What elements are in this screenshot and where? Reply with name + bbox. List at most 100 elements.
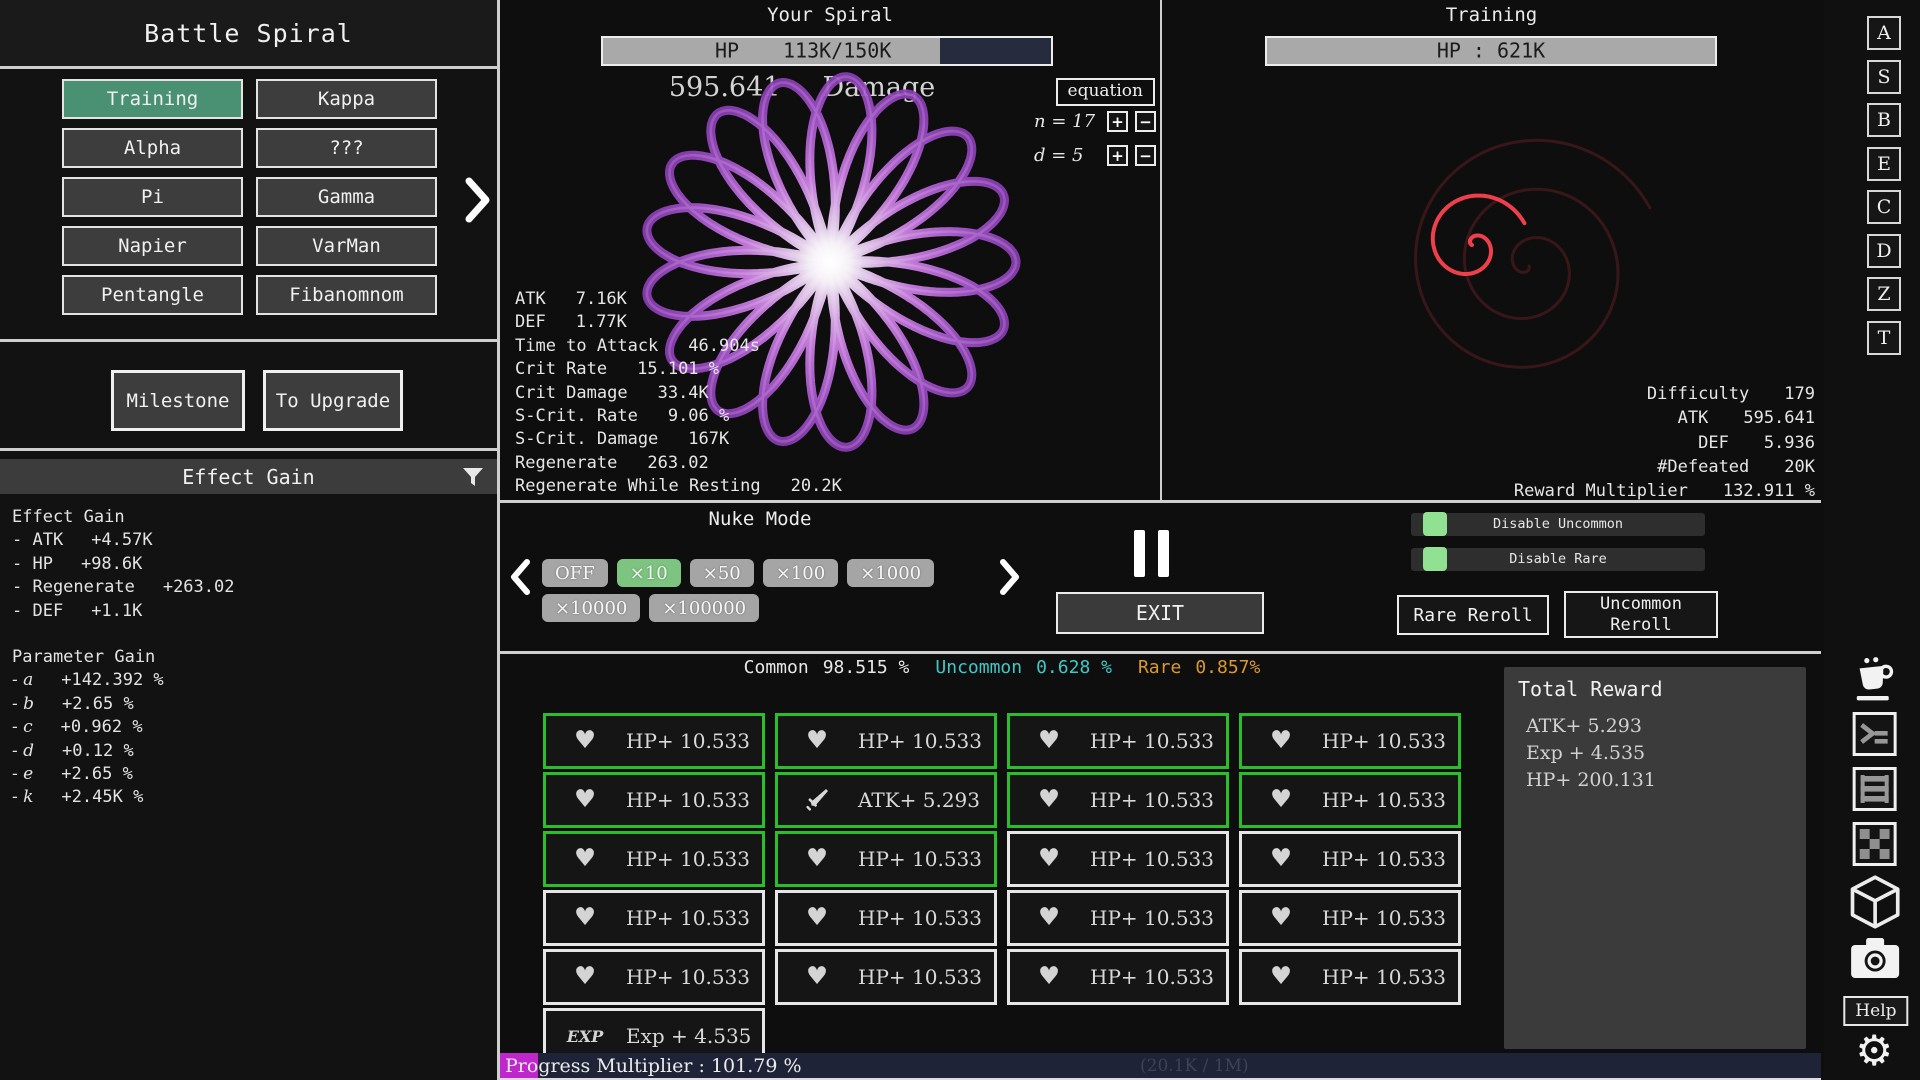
heart-icon: ♥: [800, 844, 834, 874]
nuke-mode-label: Nuke Mode: [500, 508, 1020, 530]
milestone-button[interactable]: Milestone: [111, 370, 245, 431]
rarity-chances: Common98.515 %Uncommon0.628 %Rare0.857%: [543, 657, 1461, 678]
settings-gear-icon[interactable]: ⚙: [1855, 1030, 1893, 1072]
hotkey-button-a[interactable]: A: [1867, 16, 1901, 50]
player-stat-value: 263.02: [647, 453, 708, 473]
reward-card[interactable]: ♥HP+ 10.533: [1007, 772, 1229, 828]
equation-button[interactable]: equation: [1056, 78, 1155, 106]
total-reward-lines: ATK+ 5.293Exp + 4.535HP+ 200.131: [1518, 713, 1806, 794]
toggle-disable-rare[interactable]: Disable Rare: [1411, 548, 1705, 571]
hotkey-button-b[interactable]: B: [1867, 103, 1901, 137]
hotkey-button-c[interactable]: C: [1867, 190, 1901, 224]
cube-icon[interactable]: [1849, 874, 1901, 934]
reward-card-label: HP+ 10.533: [1322, 965, 1446, 989]
layers-rows-icon[interactable]: [1853, 767, 1897, 811]
d-decrease-button[interactable]: −: [1135, 145, 1156, 166]
hotkey-button-s[interactable]: S: [1867, 60, 1901, 94]
sidebar-actions: Milestone To Upgrade: [0, 342, 497, 451]
speed-button-100[interactable]: ×100: [763, 559, 838, 587]
parameter-gain-row-label: - d: [12, 741, 34, 761]
reward-card-label: HP+ 10.533: [858, 729, 982, 753]
d-increase-button[interactable]: +: [1107, 145, 1128, 166]
uncommon-reroll-button[interactable]: Uncommon Reroll: [1564, 591, 1718, 638]
reward-card-label: ATK+ 5.293: [858, 788, 980, 812]
exit-button[interactable]: EXIT: [1056, 592, 1264, 634]
sidebar-item-pi[interactable]: Pi: [62, 177, 243, 217]
effect-gain-row-value: +98.6K: [81, 554, 142, 574]
player-stats: ATK7.16KDEF1.77KTime to Attack46.904sCri…: [515, 288, 842, 499]
reward-card[interactable]: ♥HP+ 10.533: [775, 713, 997, 769]
rarity-value: 98.515 %: [823, 657, 910, 678]
rarity-toggles: Disable Uncommon Disable Rare: [1411, 513, 1705, 583]
player-stat-label: DEF: [515, 312, 546, 332]
player-stat-value: 9.06 %: [668, 406, 729, 426]
hotkey-button-z[interactable]: Z: [1867, 277, 1901, 311]
to-upgrade-button[interactable]: To Upgrade: [263, 370, 403, 431]
sidebar-item-pentangle[interactable]: Pentangle: [62, 275, 243, 315]
reward-card[interactable]: ♥HP+ 10.533: [543, 713, 765, 769]
speed-button-10[interactable]: ×10: [617, 559, 681, 587]
sidebar-item-varman[interactable]: VarMan: [256, 226, 437, 266]
nav-expand-chevron-icon[interactable]: [465, 177, 491, 227]
sidebar-item-kappa[interactable]: Kappa: [256, 79, 437, 119]
reward-card[interactable]: ♥HP+ 10.533: [1239, 772, 1461, 828]
training-panel: Training HP : 621K Difficulty179ATK595.6…: [1162, 0, 1821, 500]
toggle-disable-uncommon[interactable]: Disable Uncommon: [1411, 513, 1705, 536]
hotkey-button-d[interactable]: D: [1867, 234, 1901, 268]
reward-card[interactable]: ♥HP+ 10.533: [1239, 713, 1461, 769]
heart-icon: ♥: [1264, 726, 1298, 756]
speed-button-50[interactable]: ×50: [690, 559, 754, 587]
reward-card[interactable]: ♥HP+ 10.533: [1239, 949, 1461, 1005]
enemy-stat-label: ATK: [1678, 406, 1709, 430]
enemy-stats: Difficulty179ATK595.641DEF5.936#Defeated…: [1514, 382, 1815, 503]
reward-card[interactable]: ♥HP+ 10.533: [1239, 831, 1461, 887]
reward-card[interactable]: ♥HP+ 10.533: [1007, 713, 1229, 769]
speed-prev-chevron-icon[interactable]: [510, 559, 530, 599]
speed-button-off[interactable]: OFF: [542, 559, 608, 587]
parameter-gain-row-value: +0.12 %: [62, 741, 134, 761]
reward-card[interactable]: ♥HP+ 10.533: [543, 949, 765, 1005]
reward-card[interactable]: ♥HP+ 10.533: [543, 831, 765, 887]
hotkey-button-e[interactable]: E: [1867, 147, 1901, 181]
filter-icon[interactable]: [462, 467, 484, 492]
sidebar-item-fibanomnom[interactable]: Fibanomnom: [256, 275, 437, 315]
speed-button-1000[interactable]: ×1000: [847, 559, 934, 587]
reward-card[interactable]: ♥HP+ 10.533: [775, 831, 997, 887]
hotkey-button-t[interactable]: T: [1867, 321, 1901, 355]
effect-gain-row: - HP+98.6K: [12, 553, 497, 576]
enemy-stat-value: 5.936: [1764, 431, 1815, 455]
camera-icon[interactable]: [1849, 936, 1901, 984]
reward-card[interactable]: ♥HP+ 10.533: [543, 772, 765, 828]
speed-next-chevron-icon[interactable]: [1000, 559, 1020, 599]
rarity-label: Uncommon: [935, 657, 1022, 678]
sidebar-item-napier[interactable]: Napier: [62, 226, 243, 266]
coffee-icon[interactable]: [1852, 655, 1898, 707]
reward-card[interactable]: ♥HP+ 10.533: [1007, 949, 1229, 1005]
sidebar-item-alpha[interactable]: Alpha: [62, 128, 243, 168]
enemy-stat-row: Reward Multiplier132.911 %: [1514, 479, 1815, 503]
reward-card[interactable]: ♥HP+ 10.533: [1007, 831, 1229, 887]
reward-card[interactable]: ♥HP+ 10.533: [775, 949, 997, 1005]
pause-button[interactable]: [1134, 530, 1170, 577]
reward-card[interactable]: ♥HP+ 10.533: [1007, 890, 1229, 946]
rare-reroll-button[interactable]: Rare Reroll: [1397, 595, 1549, 635]
sidebar-item-gamma[interactable]: Gamma: [256, 177, 437, 217]
effect-gain-row-value: +4.57K: [91, 530, 152, 550]
checkerboard-icon[interactable]: [1853, 822, 1897, 866]
reward-card[interactable]: ♥HP+ 10.533: [775, 890, 997, 946]
reward-card[interactable]: ATK+ 5.293: [775, 772, 997, 828]
speed-button-100000[interactable]: ×100000: [649, 594, 759, 622]
sidebar-item-item[interactable]: ???: [256, 128, 437, 168]
sidebar-item-training[interactable]: Training: [62, 79, 243, 119]
reward-card[interactable]: ♥HP+ 10.533: [543, 890, 765, 946]
player-stat-row: DEF1.77K: [515, 311, 842, 334]
terminal-icon[interactable]: [1853, 712, 1897, 756]
n-increase-button[interactable]: +: [1107, 111, 1128, 132]
heart-icon: ♥: [568, 962, 602, 992]
help-button[interactable]: Help: [1843, 996, 1908, 1026]
parameter-gain-row-label: - b: [12, 694, 34, 714]
speed-button-10000[interactable]: ×10000: [542, 594, 640, 622]
heart-icon: ♥: [800, 903, 834, 933]
reward-card[interactable]: ♥HP+ 10.533: [1239, 890, 1461, 946]
n-decrease-button[interactable]: −: [1135, 111, 1156, 132]
